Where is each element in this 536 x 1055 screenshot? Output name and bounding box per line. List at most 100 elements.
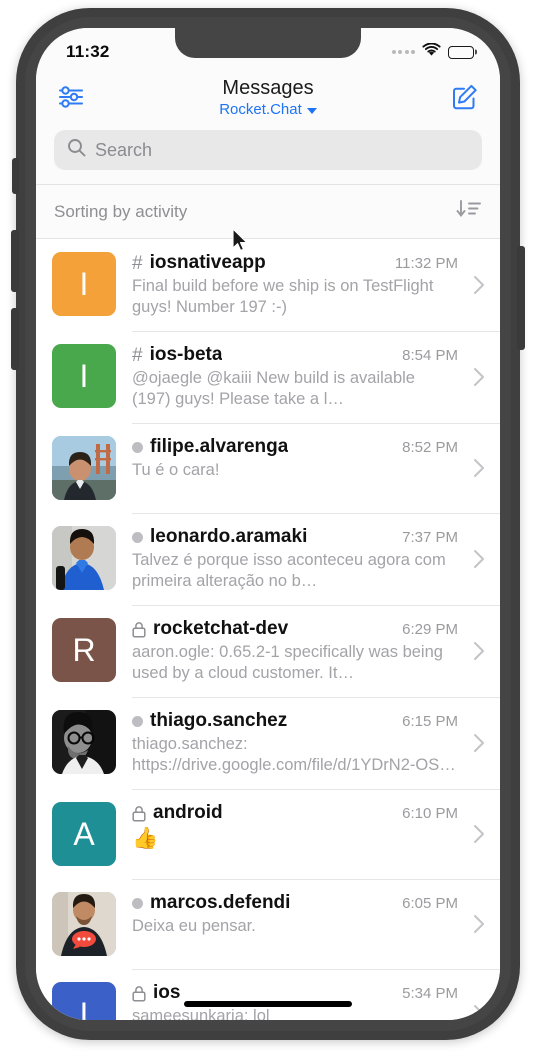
- chat-item-header: thiago.sanchez 6:15 PM: [132, 710, 458, 732]
- chat-list-item[interactable]: leonardo.aramaki 7:37 PM Talvez é porque i…: [36, 513, 500, 605]
- phone-device-frame: 11:32 Messages Rocket.Chat Search Sortin…: [11, 8, 525, 1040]
- chat-item-header: rocketchat-dev 6:29 PM: [132, 618, 458, 640]
- avatar-initial: I: [79, 357, 89, 394]
- chevron-down-icon: [306, 108, 317, 114]
- chat-name: android: [153, 802, 223, 823]
- private-lock-icon: [132, 805, 146, 822]
- user-status-dot: [132, 531, 143, 543]
- chat-name: thiago.sanchez: [150, 710, 288, 731]
- chat-list-item[interactable]: thiago.sanchez 6:15 PM thiago.sanchez: htt…: [36, 697, 500, 789]
- chat-last-message: Deixa eu pensar.: [132, 917, 256, 935]
- sorting-label: Sorting by activity: [54, 201, 188, 221]
- chat-timestamp: 6:15 PM: [402, 712, 458, 730]
- chat-name: leonardo.aramaki: [150, 526, 308, 547]
- compose-edit-icon[interactable]: [448, 80, 482, 114]
- navigation-bar: Messages Rocket.Chat: [36, 72, 500, 124]
- mute-switch-button[interactable]: [12, 158, 19, 194]
- chat-item-body: # ios-beta 8:54 PM @ojaegle @kaiii New buil…: [116, 344, 466, 410]
- signal-dots-icon: [391, 50, 415, 54]
- avatar-initial: A: [73, 815, 95, 852]
- chat-name: iosnativeapp: [149, 252, 266, 273]
- chat-last-message: Final build before we ship is on TestFli…: [132, 277, 434, 316]
- chat-name: ios: [153, 982, 181, 1003]
- user-status-dot: [132, 715, 143, 727]
- chat-list-item[interactable]: marcos.defendi 6:05 PM Deixa eu pensar.: [36, 879, 500, 969]
- chat-item-body: android 6:10 PM 👍: [116, 802, 466, 852]
- chat-list-item[interactable]: Iios 5:34 PM sameesunkaria: lol: [36, 969, 500, 1020]
- sliders-filter-icon[interactable]: [54, 80, 88, 114]
- user-status-dot: [132, 897, 143, 909]
- screenshot-stage: 11:32 Messages Rocket.Chat Search Sortin…: [0, 0, 536, 1055]
- chat-list-item[interactable]: I # iosnativeapp 11:32 PM Final build before…: [36, 239, 500, 331]
- chat-item-header: leonardo.aramaki 7:37 PM: [132, 526, 458, 548]
- chat-name: filipe.alvarenga: [150, 436, 289, 457]
- chat-timestamp: 5:34 PM: [402, 984, 458, 1002]
- chat-last-message: Talvez é porque isso aconteceu agora com…: [132, 551, 446, 590]
- avatar: [52, 892, 116, 956]
- avatar-initial: I: [79, 995, 89, 1021]
- avatar: [52, 710, 116, 774]
- avatar: [52, 526, 116, 590]
- chat-item-body: rocketchat-dev 6:29 PM aaron.ogle: 0.65.2-…: [116, 618, 466, 684]
- avatar: I: [52, 344, 116, 408]
- chat-timestamp: 7:37 PM: [402, 528, 458, 546]
- chat-timestamp: 8:54 PM: [402, 346, 458, 364]
- chat-timestamp: 8:52 PM: [402, 438, 458, 456]
- wifi-icon: [422, 42, 441, 62]
- chevron-right-icon: [466, 914, 492, 934]
- chat-timestamp: 6:29 PM: [402, 620, 458, 638]
- chevron-right-icon: [466, 824, 492, 844]
- avatar-initial: I: [79, 265, 89, 302]
- chat-list-item[interactable]: Aandroid 6:10 PM 👍: [36, 789, 500, 879]
- chat-list-item[interactable]: Rrocketchat-dev 6:29 PM aaron.ogle: 0.65.2…: [36, 605, 500, 697]
- home-indicator: [184, 1001, 352, 1007]
- avatar: A: [52, 802, 116, 866]
- channel-hash-icon: #: [132, 344, 143, 366]
- chevron-right-icon: [466, 733, 492, 753]
- private-lock-icon: [132, 621, 146, 638]
- chat-item-body: marcos.defendi 6:05 PM Deixa eu pensar.: [116, 892, 466, 937]
- search-area: Search: [36, 124, 500, 184]
- chat-item-body: thiago.sanchez 6:15 PM thiago.sanchez: htt…: [116, 710, 466, 776]
- chat-last-message: Tu é o cara!: [132, 461, 220, 479]
- search-icon: [67, 138, 86, 162]
- status-bar-indicators: [391, 39, 495, 62]
- chat-list-item[interactable]: I # ios-beta 8:54 PM @ojaegle @kaiii New bui…: [36, 331, 500, 423]
- chat-item-header: android 6:10 PM: [132, 802, 458, 824]
- avatar: I: [52, 252, 116, 316]
- channel-hash-icon: #: [132, 252, 143, 274]
- chat-list[interactable]: I # iosnativeapp 11:32 PM Final build before…: [36, 239, 500, 1020]
- nav-title-block: Messages Rocket.Chat: [88, 74, 448, 120]
- chat-timestamp: 6:05 PM: [402, 894, 458, 912]
- sorting-bar[interactable]: Sorting by activity: [36, 184, 500, 239]
- volume-up-button[interactable]: [11, 230, 19, 292]
- chevron-right-icon: [466, 549, 492, 569]
- chat-name: rocketchat-dev: [153, 618, 289, 639]
- chat-name: ios-beta: [149, 344, 223, 365]
- chat-list-item[interactable]: filipe.alvarenga 8:52 PM Tu é o cara!: [36, 423, 500, 513]
- chat-last-message: @ojaegle @kaiii New build is available (…: [132, 369, 415, 408]
- server-selector[interactable]: Rocket.Chat: [219, 100, 317, 120]
- chat-timestamp: 6:10 PM: [402, 804, 458, 822]
- volume-down-button[interactable]: [11, 308, 19, 370]
- status-bar-time: 11:32: [66, 42, 110, 61]
- search-input[interactable]: Search: [54, 130, 482, 170]
- chat-item-body: leonardo.aramaki 7:37 PM Talvez é porque i…: [116, 526, 466, 592]
- sort-descending-icon[interactable]: [456, 198, 482, 225]
- chat-item-body: filipe.alvarenga 8:52 PM Tu é o cara!: [116, 436, 466, 481]
- chat-item-header: # iosnativeapp 11:32 PM: [132, 252, 458, 274]
- chevron-right-icon: [466, 458, 492, 478]
- chat-item-header: filipe.alvarenga 8:52 PM: [132, 436, 458, 458]
- chevron-right-icon: [466, 275, 492, 295]
- device-notch: [175, 28, 361, 58]
- private-lock-icon: [132, 985, 146, 1002]
- chat-item-body: # iosnativeapp 11:32 PM Final build before …: [116, 252, 466, 318]
- chat-item-header: # ios-beta 8:54 PM: [132, 344, 458, 366]
- power-button[interactable]: [517, 246, 525, 350]
- chevron-right-icon: [466, 1004, 492, 1020]
- avatar: [52, 436, 116, 500]
- chat-last-message: aaron.ogle: 0.65.2-1 specifically was be…: [132, 643, 443, 682]
- chat-timestamp: 11:32 PM: [394, 254, 458, 272]
- avatar: I: [52, 982, 116, 1020]
- battery-full-icon: [448, 45, 477, 59]
